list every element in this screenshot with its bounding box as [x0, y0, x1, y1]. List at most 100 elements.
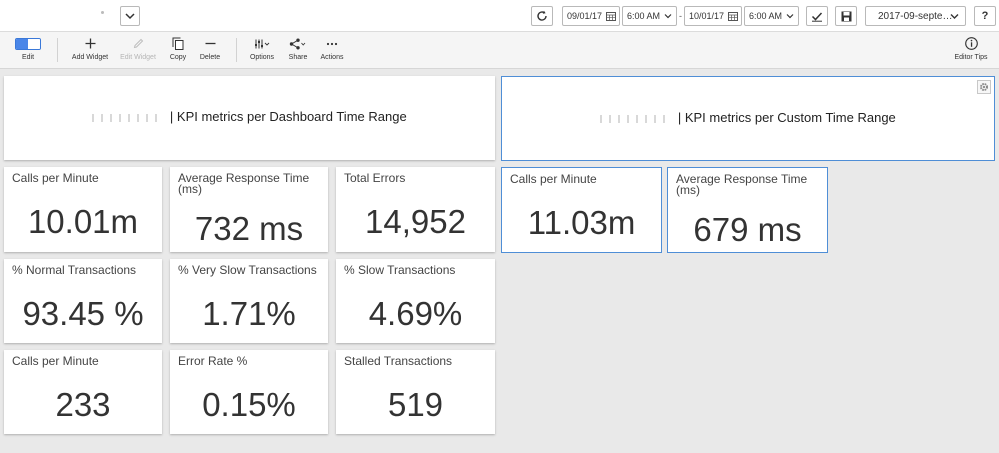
end-date-field[interactable]: 10/01/17 [684, 6, 742, 26]
editor-toolbar: Edit Add Widget Edit Widget Copy Delete … [0, 32, 999, 69]
chevron-down-icon [125, 13, 135, 20]
checkmark-icon [811, 12, 823, 22]
save-button[interactable] [835, 6, 857, 26]
redacted-app-name [92, 113, 165, 122]
dashboard-select-value: 2017-09-septe… [878, 10, 953, 22]
chevron-down-icon [664, 14, 672, 19]
end-time-value: 6:00 AM [749, 11, 783, 21]
top-bar: 09/01/17 6:00 AM - 10/01/17 6:00 AM 2017… [0, 0, 999, 32]
plus-icon [85, 38, 95, 49]
sliders-icon [255, 39, 270, 48]
start-time-select[interactable]: 6:00 AM [622, 6, 677, 26]
copy-icon [172, 37, 184, 50]
kpi-label: Stalled Transactions [344, 354, 453, 368]
kpi-label: Error Rate % [178, 354, 248, 368]
kpi-value: 93.45 % [22, 295, 144, 332]
toggle-switch-icon [15, 37, 41, 50]
actions-label: Actions [320, 54, 344, 61]
chevron-down-icon [950, 14, 959, 19]
kpi-value: 10.01m [27, 203, 139, 240]
save-icon [841, 11, 851, 21]
start-date-value: 09/01/17 [567, 11, 603, 21]
share-button[interactable]: Share [286, 36, 310, 66]
kpi-label: Average Response Time (ms) [178, 171, 310, 196]
header-widget-dashboard-range[interactable]: | KPI metrics per Dashboard Time Range [4, 76, 495, 160]
add-widget-label: Add Widget [71, 54, 109, 61]
redacted-app-name [600, 114, 673, 123]
kpi-label: Total Errors [344, 171, 406, 185]
ellipsis-icon [326, 42, 338, 45]
kpi-value: 14,952 [365, 203, 466, 240]
options-button[interactable]: Options [248, 36, 276, 66]
toolbar-divider [57, 38, 58, 62]
header-widget-custom-range[interactable]: | KPI metrics per Custom Time Range [501, 76, 995, 161]
actions-button[interactable]: Actions [318, 36, 346, 66]
kpi-widget[interactable]: Calls per Minute 11.03m [501, 167, 662, 253]
range-separator: - [679, 11, 682, 21]
kpi-widget[interactable]: Calls per Minute 10.01m [4, 167, 162, 252]
header-title-row: | KPI metrics per Custom Time Range [502, 110, 994, 125]
dashboard-select[interactable]: 2017-09-septe… [865, 6, 966, 26]
widget-settings-button[interactable] [977, 80, 991, 94]
kpi-label: % Very Slow Transactions [178, 263, 317, 277]
logo-mark [101, 11, 104, 14]
editor-tips-label: Editor Tips [954, 54, 988, 61]
start-time-value: 6:00 AM [627, 11, 661, 21]
copy-button[interactable]: Copy [166, 36, 190, 66]
copy-label: Copy [169, 54, 187, 61]
kpi-label: % Slow Transactions [344, 263, 456, 277]
edit-label: Edit [21, 54, 35, 61]
refresh-button[interactable] [531, 6, 553, 26]
delete-button[interactable]: Delete [197, 36, 223, 66]
share-label: Share [288, 54, 308, 61]
kpi-value: 679 ms [693, 211, 802, 248]
kpi-widget[interactable]: % Slow Transactions 4.69% [336, 259, 495, 343]
edit-widget-label: Edit Widget [120, 54, 156, 61]
options-label: Options [249, 54, 275, 61]
kpi-value: 732 ms [194, 210, 304, 247]
kpi-value: 519 [387, 386, 444, 423]
kpi-widget[interactable]: Stalled Transactions 519 [336, 350, 495, 434]
end-time-select[interactable]: 6:00 AM [744, 6, 799, 26]
kpi-value: 4.69% [368, 295, 463, 332]
help-label: ? [981, 10, 989, 22]
kpi-value: 1.71% [202, 295, 296, 332]
kpi-label: % Normal Transactions [12, 263, 137, 277]
kpi-widget[interactable]: % Very Slow Transactions 1.71% [170, 259, 328, 343]
help-button[interactable]: ? [974, 6, 996, 26]
share-icon [289, 38, 306, 49]
start-date-field[interactable]: 09/01/17 [562, 6, 620, 26]
kpi-label: Calls per Minute [510, 172, 597, 186]
kpi-widget[interactable]: Error Rate % 0.15% [170, 350, 328, 434]
calendar-icon [606, 12, 616, 21]
kpi-value: 0.15% [202, 386, 296, 423]
info-icon [964, 37, 978, 50]
refresh-icon [537, 10, 547, 21]
kpi-widget[interactable]: Total Errors 14,952 [336, 167, 495, 252]
kpi-label: Average Response Time (ms) [676, 172, 808, 197]
kpi-widget[interactable]: Average Response Time (ms) 679 ms [667, 167, 828, 253]
header-title-right: | KPI metrics per Custom Time Range [677, 110, 896, 125]
gear-icon [980, 83, 988, 91]
kpi-label: Calls per Minute [12, 171, 99, 185]
kpi-widget[interactable]: % Normal Transactions 93.45 % [4, 259, 162, 343]
header-title-left: | KPI metrics per Dashboard Time Range [169, 109, 407, 124]
kpi-value: 11.03m [527, 204, 636, 241]
pencil-icon [133, 38, 143, 49]
dashboard-menu-button[interactable] [120, 6, 140, 26]
minus-icon [205, 42, 215, 45]
kpi-value: 233 [55, 386, 111, 423]
kpi-widget[interactable]: Calls per Minute 233 [4, 350, 162, 434]
edit-toggle[interactable]: Edit [13, 36, 43, 66]
chevron-down-icon [786, 14, 794, 19]
kpi-label: Calls per Minute [12, 354, 99, 368]
editor-tips-button[interactable]: Editor Tips [951, 36, 991, 66]
add-widget-button[interactable]: Add Widget [68, 36, 112, 66]
end-date-value: 10/01/17 [689, 11, 725, 21]
kpi-widget[interactable]: Average Response Time (ms) 732 ms [170, 167, 328, 252]
edit-widget-button[interactable]: Edit Widget [118, 36, 158, 66]
delete-label: Delete [199, 54, 221, 61]
calendar-icon [728, 12, 738, 21]
apply-button[interactable] [806, 6, 828, 26]
toolbar-divider [236, 38, 237, 62]
